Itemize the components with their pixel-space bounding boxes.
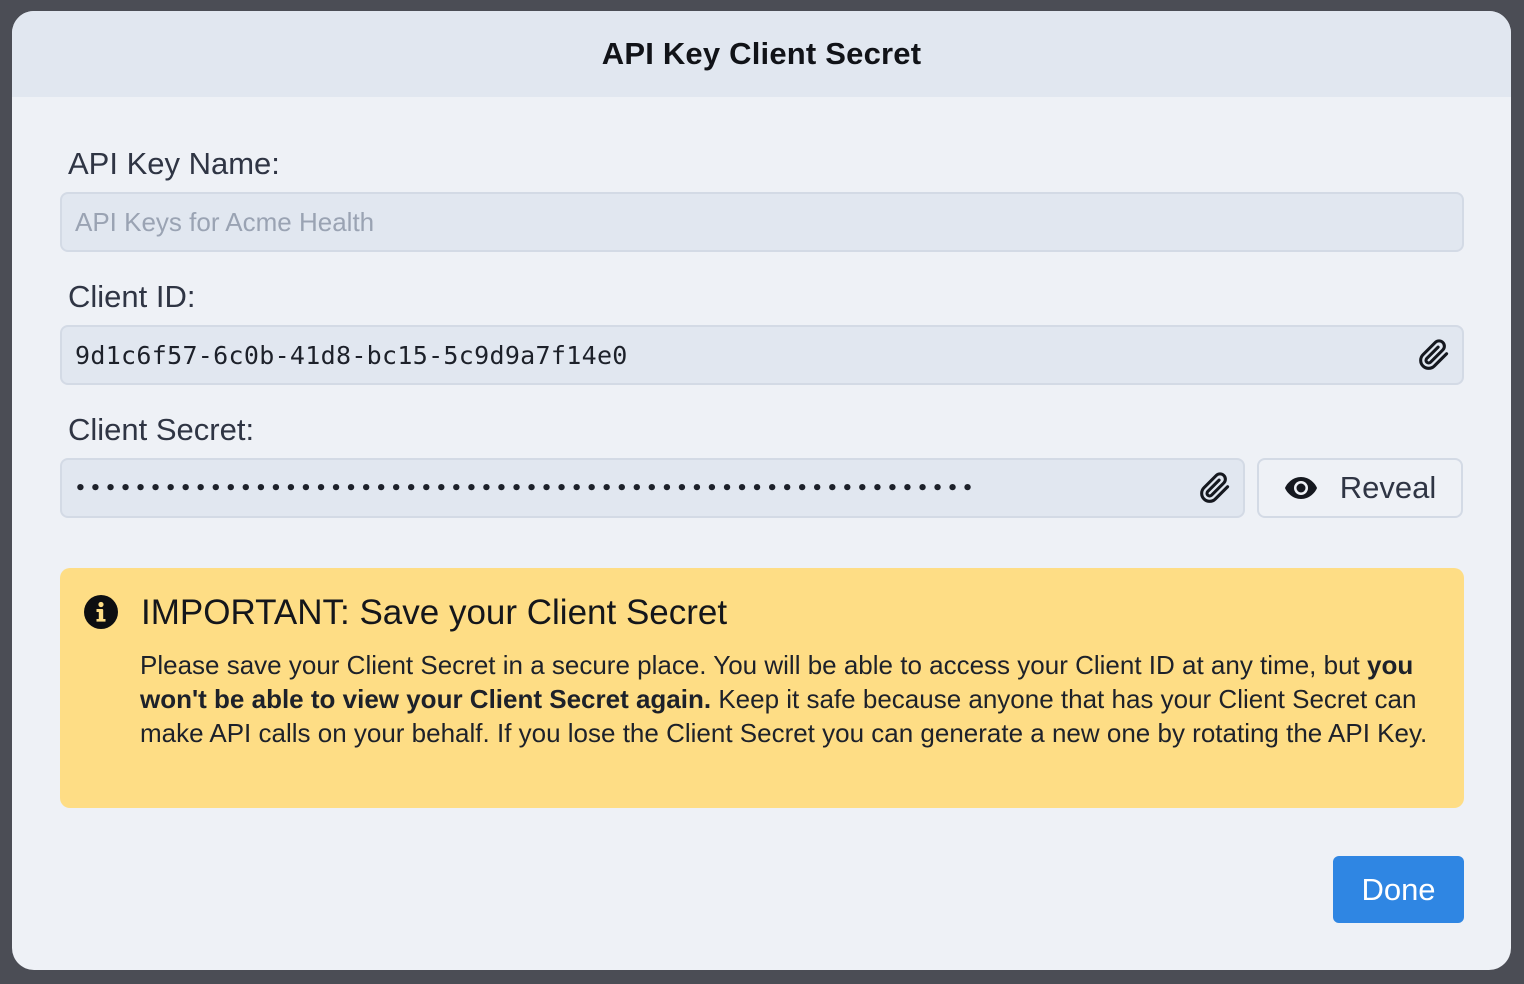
api-key-name-label: API Key Name: xyxy=(68,146,280,181)
client-id-field[interactable]: 9d1c6f57-6c0b-41d8-bc15-5c9d9a7f14e0 xyxy=(60,325,1464,385)
api-key-secret-dialog: API Key Client Secret API Key Name: Clie… xyxy=(12,11,1511,970)
paperclip-icon xyxy=(1419,339,1449,370)
eye-icon xyxy=(1284,477,1317,499)
alert-body: Please save your Client Secret in a secu… xyxy=(140,648,1430,750)
client-id-label: Client ID: xyxy=(68,279,196,314)
copy-client-id-button[interactable] xyxy=(1416,337,1452,373)
client-secret-label: Client Secret: xyxy=(68,412,255,447)
dialog-title: API Key Client Secret xyxy=(601,36,922,71)
reveal-secret-button[interactable]: Reveal xyxy=(1257,458,1463,518)
alert-title: IMPORTANT: Save your Client Secret xyxy=(141,593,728,632)
client-secret-masked-value[interactable]: ••••••••••••••••••••••••••••••••••••••••… xyxy=(75,478,977,499)
alert-body-text-1: Please save your Client Secret in a secu… xyxy=(140,650,1367,680)
api-key-name-input[interactable] xyxy=(75,206,1462,238)
copy-client-secret-button[interactable] xyxy=(1197,470,1233,506)
api-key-name-field-container xyxy=(60,192,1464,252)
reveal-button-label: Reveal xyxy=(1339,470,1437,505)
client-secret-field[interactable]: ••••••••••••••••••••••••••••••••••••••••… xyxy=(60,458,1245,518)
dialog-header: API Key Client Secret xyxy=(12,11,1511,97)
paperclip-icon xyxy=(1200,472,1230,503)
info-circle-icon xyxy=(84,595,118,629)
important-alert: IMPORTANT: Save your Client Secret Pleas… xyxy=(60,568,1464,808)
client-id-value[interactable]: 9d1c6f57-6c0b-41d8-bc15-5c9d9a7f14e0 xyxy=(75,341,628,370)
done-button[interactable]: Done xyxy=(1333,856,1464,923)
